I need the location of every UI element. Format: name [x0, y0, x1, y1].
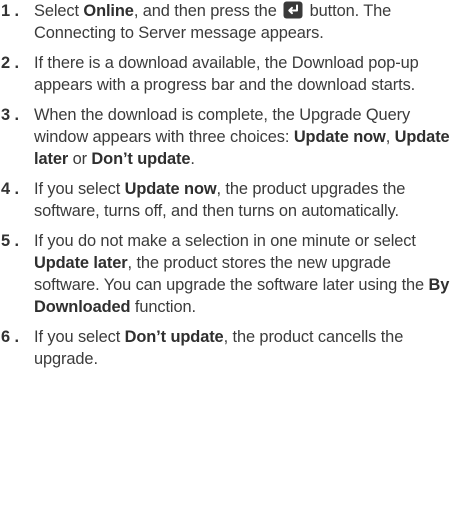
step-text-run: If you do not make a selection in one mi…	[34, 232, 416, 250]
step-number: 5 .	[1, 232, 19, 250]
step-number: 1 .	[1, 2, 19, 20]
menu-option-label: Don’t update	[91, 150, 191, 168]
upgrade-steps-list: 1 . Select Online, and then press the but…	[0, 0, 451, 378]
step-text-run: , and then press the	[133, 2, 282, 20]
step-text: If you select Update now, the product up…	[34, 178, 451, 222]
step-item: 2 . If there is a download available, the…	[0, 52, 451, 96]
step-text-run: Select	[34, 2, 84, 20]
step-number: 4 .	[1, 180, 19, 198]
step-number: 6 .	[1, 328, 19, 346]
step-text-run: If you select	[34, 180, 125, 198]
step-item: 1 . Select Online, and then press the but…	[0, 0, 451, 44]
menu-option-label: Online	[83, 2, 134, 20]
step-number: 2 .	[1, 54, 19, 72]
step-text-run: .	[190, 150, 195, 168]
menu-option-label: Don’t update	[124, 328, 224, 346]
step-item: 5 . If you do not make a selection in one…	[0, 230, 451, 318]
step-text: Select Online, and then press the button…	[34, 0, 451, 44]
step-text-run: or	[68, 150, 92, 168]
step-text-run: ,	[385, 128, 395, 146]
step-number: 3 .	[1, 106, 19, 124]
step-text: If you select Don’t update, the product …	[34, 326, 451, 370]
step-item: 6 . If you select Don’t update, the produ…	[0, 326, 451, 370]
manual-page: 1 . Select Online, and then press the but…	[0, 0, 451, 524]
step-text: If there is a download available, the Do…	[34, 52, 451, 96]
enter-button-icon	[283, 1, 303, 19]
step-text: If you do not make a selection in one mi…	[34, 230, 451, 318]
menu-option-label: Update later	[34, 254, 128, 272]
step-text-run: If you select	[34, 328, 125, 346]
step-text-run: If there is a download available, the Do…	[34, 54, 419, 94]
step-item: 4 . If you select Update now, the product…	[0, 178, 451, 222]
step-text-run: function.	[130, 298, 196, 316]
menu-option-label: Update now	[293, 128, 386, 146]
step-text: When the download is complete, the Upgra…	[34, 104, 451, 170]
step-item: 3 . When the download is complete, the Up…	[0, 104, 451, 170]
menu-option-label: Update now	[124, 180, 217, 198]
